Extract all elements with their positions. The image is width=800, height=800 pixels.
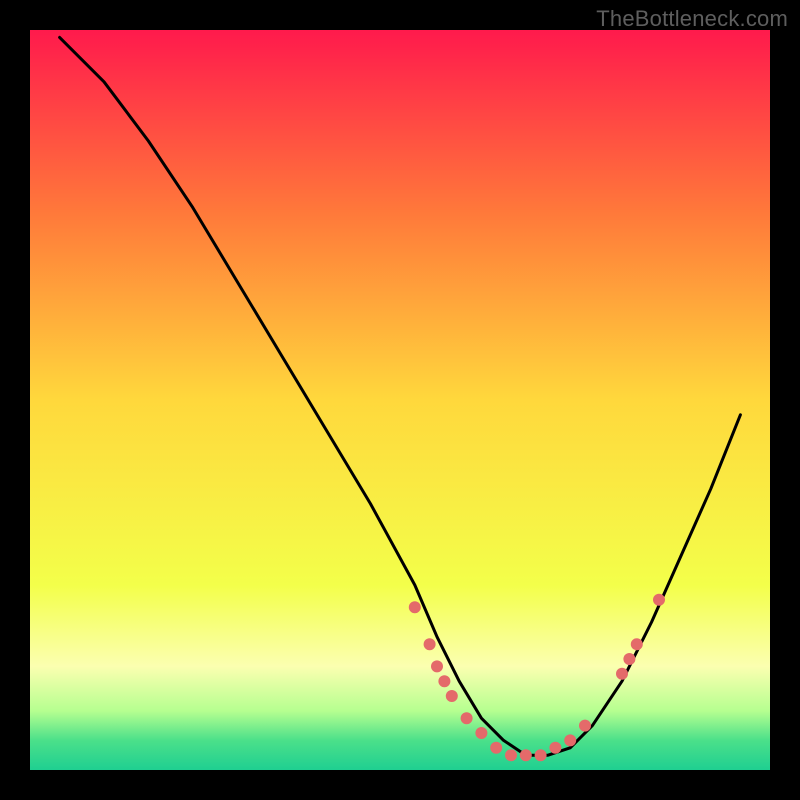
sample-point <box>424 638 436 650</box>
sample-point <box>475 727 487 739</box>
sample-point <box>579 720 591 732</box>
plot-background <box>30 30 770 770</box>
sample-point <box>438 675 450 687</box>
sample-point <box>505 749 517 761</box>
sample-point <box>446 690 458 702</box>
watermark-label: TheBottleneck.com <box>596 6 788 32</box>
sample-point <box>535 749 547 761</box>
sample-point <box>461 712 473 724</box>
sample-point <box>431 660 443 672</box>
sample-point <box>564 734 576 746</box>
sample-point <box>520 749 532 761</box>
chart-frame: TheBottleneck.com <box>0 0 800 800</box>
sample-point <box>490 742 502 754</box>
sample-point <box>616 668 628 680</box>
sample-point <box>549 742 561 754</box>
sample-point <box>631 638 643 650</box>
bottleneck-chart <box>0 0 800 800</box>
sample-point <box>409 601 421 613</box>
sample-point <box>653 594 665 606</box>
sample-point <box>623 653 635 665</box>
